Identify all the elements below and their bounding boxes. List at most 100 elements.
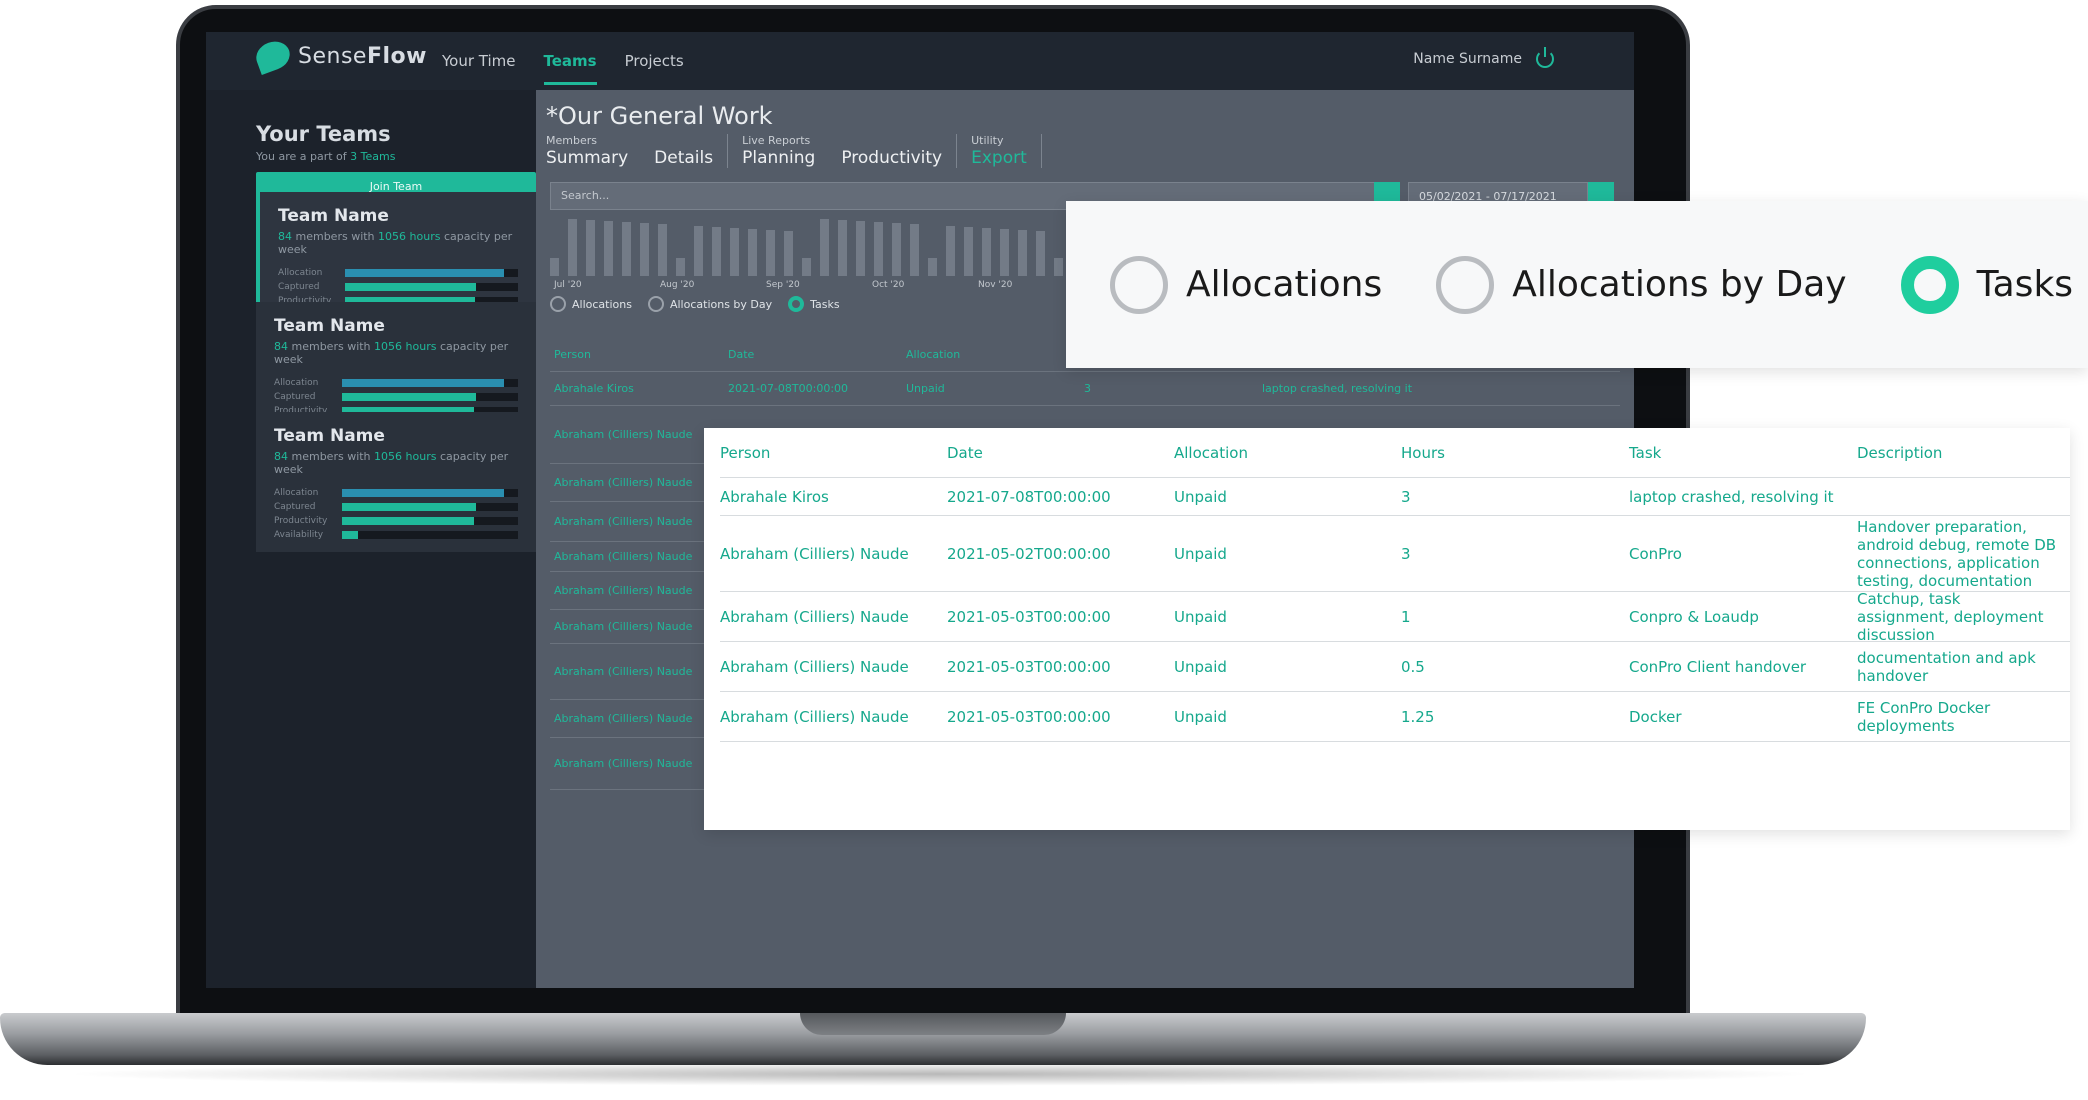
col-task[interactable]: Task: [1629, 444, 1857, 462]
tab-planning[interactable]: Planning: [742, 148, 815, 168]
team-capacity: 84 members with 1056 hours capacity per …: [274, 450, 509, 476]
metric-row: Captured: [278, 280, 518, 294]
radio-selected-icon: [1900, 255, 1959, 314]
metric-bar: [344, 269, 518, 277]
stage: SenseFlow Your Time Teams Projects Name …: [0, 0, 2088, 1100]
table-row[interactable]: Abrahale Kiros 2021-07-08T00:00:00 Unpaid 3…: [720, 478, 2070, 516]
table-cell: 2021-05-03T00:00:00: [947, 657, 1111, 676]
col-description[interactable]: Description: [1857, 444, 2057, 462]
metric-bar: [342, 503, 518, 511]
table-cell: 3: [1401, 544, 1411, 563]
table-cell: Unpaid: [906, 382, 945, 395]
timeline-bar: [550, 258, 559, 276]
table-cell: Unpaid: [1174, 657, 1227, 676]
radio-allocations[interactable]: Allocations: [550, 296, 632, 312]
metric-bar: [342, 531, 518, 539]
table-row[interactable]: Abrahale Kiros 2021-07-08T00:00:00 Unpaid 3…: [550, 372, 1620, 406]
metric-label: Captured: [274, 392, 316, 402]
table-cell: Abraham (Cilliers) Naude: [554, 476, 693, 489]
timeline-bar: [712, 227, 721, 276]
table-row[interactable]: Abraham (Cilliers) Naude 2021-05-03T00:00…: [720, 692, 2070, 742]
zoom-table-callout: Person Date Allocation Hours Task Descri…: [704, 428, 2070, 830]
timeline-bar: [676, 258, 685, 276]
tab-export[interactable]: Export: [971, 148, 1027, 168]
table-cell: ConPro Client handover: [1629, 657, 1807, 676]
table-row[interactable]: Abraham (Cilliers) Naude 2021-05-03T00:00…: [720, 590, 2070, 644]
timeline-bar: [784, 231, 793, 276]
timeline-label: Nov '20: [978, 280, 1013, 290]
user-name[interactable]: Name Surname: [1413, 51, 1522, 67]
table-cell: 2021-07-08T00:00:00: [728, 382, 849, 395]
nav-teams[interactable]: Teams: [543, 52, 597, 85]
col-allocation[interactable]: Allocation: [1174, 444, 1401, 462]
timeline-label: Oct '20: [872, 280, 905, 290]
team-capacity: 84 members with 1056 hours capacity per …: [278, 230, 513, 256]
teams-count: You are a part of 3 Teams: [256, 150, 396, 163]
metric-label: Captured: [274, 502, 316, 512]
timeline-bar: [1036, 231, 1045, 276]
table-cell: laptop crashed, resolving it: [1629, 487, 1834, 506]
tabgroup-caption: Members: [546, 134, 597, 147]
team-card[interactable]: Team Name 84 members with 1056 hours capa…: [256, 412, 536, 552]
metric-fill: [342, 393, 476, 401]
tab-groups: Members Summary Details Live Reports Pla…: [546, 134, 1056, 168]
timeline-bar: [856, 221, 865, 276]
zoom-radio-tasks[interactable]: Tasks: [1900, 255, 2073, 314]
timeline-bar: [874, 222, 883, 276]
table-cell: Unpaid: [1174, 544, 1227, 563]
table-cell: Handover preparation, android debug, rem…: [1857, 517, 2057, 590]
table-row[interactable]: Abraham (Cilliers) Naude 2021-05-03T00:00…: [720, 642, 2070, 692]
table-cell: Abraham (Cilliers) Naude: [720, 657, 909, 676]
tab-productivity[interactable]: Productivity: [841, 148, 942, 168]
metric-row: Allocation: [278, 266, 518, 280]
nav-projects[interactable]: Projects: [625, 52, 684, 85]
table-cell: Unpaid: [1174, 487, 1227, 506]
radio-icon: [1436, 255, 1495, 314]
col-hours[interactable]: Hours: [1401, 444, 1629, 462]
timeline-bar: [1018, 230, 1027, 276]
timeline-bar: [694, 226, 703, 276]
timeline-bar: [604, 221, 613, 276]
power-icon[interactable]: [1536, 47, 1554, 68]
table-cell: Abraham (Cilliers) Naude: [554, 620, 693, 633]
timeline-bar: [586, 220, 595, 276]
timeline-bar: [982, 228, 991, 276]
tab-summary[interactable]: Summary: [546, 148, 628, 168]
timeline-bar: [838, 220, 847, 276]
table-cell: Abrahale Kiros: [554, 382, 634, 395]
col-allocation[interactable]: Allocation: [906, 348, 1084, 371]
metric-fill: [344, 269, 505, 277]
zoom-radio-allocations[interactable]: Allocations: [1110, 255, 1382, 314]
timeline-bar: [892, 223, 901, 276]
metric-row: Captured: [274, 500, 518, 514]
timeline-bar: [766, 230, 775, 276]
timeline-bar: [964, 227, 973, 276]
timeline-bar: [910, 224, 919, 276]
timeline-label: Sep '20: [766, 280, 800, 290]
col-date[interactable]: Date: [947, 444, 1174, 462]
tab-details[interactable]: Details: [654, 148, 713, 168]
col-person[interactable]: Person: [720, 444, 947, 462]
zoom-radio-allocations-by-day[interactable]: Allocations by Day: [1436, 255, 1847, 314]
radio-allocations-by-day[interactable]: Allocations by Day: [647, 296, 772, 312]
radio-icon: [1110, 255, 1168, 314]
table-cell: Unpaid: [1174, 707, 1227, 726]
metric-bar: [344, 283, 518, 291]
table-cell: 2021-07-08T00:00:00: [947, 487, 1111, 506]
metric-label: Allocation: [274, 488, 319, 498]
table-cell: Docker: [1629, 707, 1682, 726]
table-row[interactable]: Abraham (Cilliers) Naude 2021-05-02T00:00…: [720, 516, 2070, 592]
table-cell: 2021-05-03T00:00:00: [947, 707, 1111, 726]
col-date[interactable]: Date: [728, 348, 906, 371]
logo[interactable]: SenseFlow: [252, 37, 427, 75]
page-title: *Our General Work: [546, 102, 773, 130]
timeline-bar: [658, 224, 667, 276]
table-cell: 1: [1401, 607, 1411, 626]
nav-your-time[interactable]: Your Time: [442, 52, 516, 85]
timeline-bar: [640, 223, 649, 276]
col-person[interactable]: Person: [550, 348, 728, 371]
radio-tasks[interactable]: Tasks: [788, 296, 840, 312]
metric-fill: [342, 379, 504, 387]
top-bar: SenseFlow Your Time Teams Projects Name …: [206, 32, 1634, 90]
tabgroup-members: Members Summary Details: [546, 134, 729, 168]
